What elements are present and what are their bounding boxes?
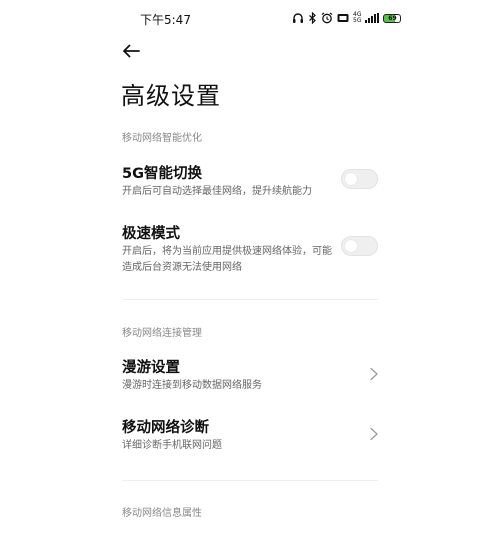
status-bar: 下午5:47 4G 5G 69 [0, 0, 500, 36]
toggle-speed-mode[interactable] [341, 236, 378, 256]
status-time: 下午5:47 [140, 13, 191, 27]
network-type-label: 4G 5G [353, 12, 361, 24]
chevron-right-icon [370, 367, 378, 381]
signal-icon [365, 13, 380, 23]
page-title: 高级设置 [121, 82, 221, 110]
item-title: 5G智能切换 [122, 166, 202, 182]
section-header-connection: 移动网络连接管理 [122, 328, 202, 339]
setting-5g-smart-switch[interactable]: 5G智能切换 开启后可自动选择最佳网络，提升续航能力 [0, 162, 500, 208]
item-title: 漫游设置 [122, 360, 180, 376]
item-title: 移动网络诊断 [122, 420, 209, 436]
status-icons: 4G 5G 69 [292, 10, 402, 26]
headset-icon [293, 13, 303, 23]
alarm-icon [321, 12, 333, 24]
battery-icon: 69 [383, 13, 402, 23]
item-description: 详细诊断手机联网问题 [122, 440, 222, 451]
hd-icon [337, 14, 349, 22]
setting-speed-mode[interactable]: 极速模式 开启后，将为当前应用提供极速网络体验，可能造成后台资源无法使用网络 [0, 222, 500, 278]
item-description: 漫游时连接到移动数据网络服务 [122, 380, 262, 391]
toggle-5g-smart-switch[interactable] [341, 169, 378, 189]
toggle-knob [345, 240, 357, 252]
setting-network-diagnosis[interactable]: 移动网络诊断 详细诊断手机联网问题 [0, 416, 500, 456]
bluetooth-icon [309, 12, 316, 24]
section-header-info: 移动网络信息属性 [122, 508, 202, 519]
section-divider [122, 299, 378, 300]
back-button[interactable] [118, 40, 144, 62]
arrow-left-icon [123, 44, 140, 58]
section-header-optimization: 移动网络智能优化 [122, 133, 202, 144]
toggle-knob [345, 173, 357, 185]
item-title: 极速模式 [122, 226, 180, 242]
item-description: 开启后可自动选择最佳网络，提升续航能力 [122, 186, 312, 197]
item-description: 开启后，将为当前应用提供极速网络体验，可能造成后台资源无法使用网络 [122, 246, 332, 273]
battery-level: 69 [388, 14, 397, 22]
network-bottom: 5G [353, 17, 362, 24]
chevron-right-icon [370, 427, 378, 441]
section-divider [122, 480, 378, 481]
setting-roaming[interactable]: 漫游设置 漫游时连接到移动数据网络服务 [0, 356, 500, 396]
